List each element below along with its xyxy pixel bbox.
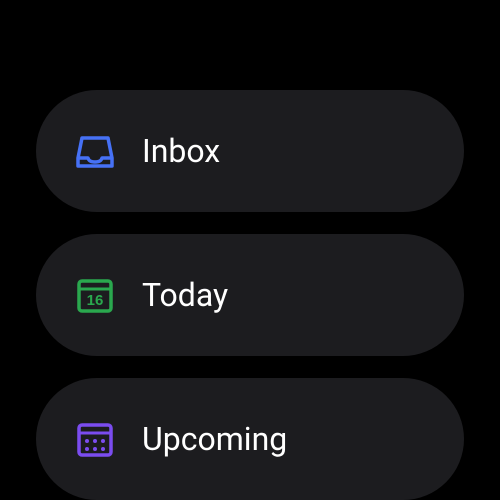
menu-item-today[interactable]: 16 Today	[36, 234, 464, 356]
svg-text:16: 16	[87, 292, 104, 309]
inbox-icon	[74, 130, 116, 172]
calendar-today-icon: 16	[74, 274, 116, 316]
menu-item-upcoming[interactable]: Upcoming	[36, 378, 464, 500]
menu-item-label: Upcoming	[142, 420, 287, 458]
menu-item-label: Inbox	[142, 132, 220, 170]
calendar-upcoming-icon	[74, 418, 116, 460]
menu-item-label: Today	[142, 276, 228, 314]
menu-item-inbox[interactable]: Inbox	[36, 90, 464, 212]
